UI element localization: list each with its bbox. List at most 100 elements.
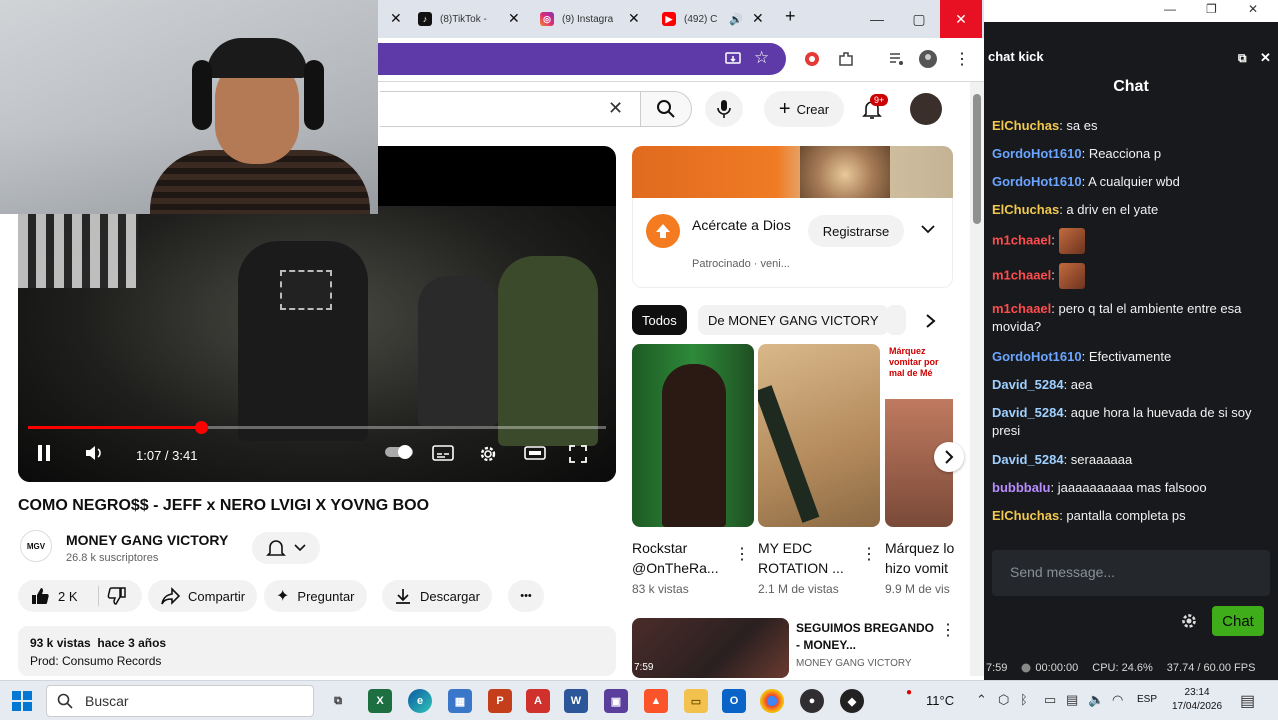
chip-todos[interactable]: Todos: [632, 305, 687, 335]
wifi-icon[interactable]: ◠: [1112, 692, 1123, 708]
clear-search-icon[interactable]: ✕: [608, 98, 623, 119]
short-thumbnail-2[interactable]: [758, 344, 880, 527]
record-extension-icon[interactable]: [802, 49, 822, 69]
kick-app-icon[interactable]: ◆: [840, 689, 864, 713]
fullscreen-button[interactable]: [568, 444, 588, 464]
like-button[interactable]: 2 K: [18, 580, 142, 612]
settings-button[interactable]: [478, 444, 498, 464]
tab-youtube[interactable]: ▶ (492) C 🔊: [662, 7, 743, 31]
windows-start-button[interactable]: [12, 691, 32, 711]
download-button[interactable]: Descargar: [382, 580, 492, 612]
obs-icon[interactable]: ●: [800, 689, 824, 713]
short-title-1[interactable]: Rockstar @OnTheRa...: [632, 538, 742, 578]
voice-search-button[interactable]: [705, 91, 743, 127]
related-video-thumbnail[interactable]: 7:59: [632, 618, 789, 678]
tab-close-icon[interactable]: ✕: [508, 10, 520, 27]
share-button[interactable]: Compartir: [148, 580, 258, 612]
chat-username[interactable]: m1chaael: [992, 232, 1051, 247]
tray-app-icon[interactable]: ⬡: [998, 692, 1009, 708]
new-tab-button[interactable]: +: [785, 6, 796, 27]
task-view-icon[interactable]: ⧉: [326, 689, 350, 713]
close-button[interactable]: ✕: [940, 0, 982, 38]
chat-username[interactable]: ElChuchas: [992, 508, 1059, 523]
related-video-channel[interactable]: MONEY GANG VICTORY: [796, 658, 912, 669]
volume-icon[interactable]: 🔈: [1088, 692, 1104, 708]
channel-avatar[interactable]: MGV: [20, 530, 52, 562]
chip-partial[interactable]: [886, 305, 906, 335]
scrollbar-thumb[interactable]: [973, 94, 981, 224]
chat-username[interactable]: David_5284: [992, 377, 1064, 392]
short-thumbnail-3[interactable]: Márquez vomitar por mal de Mé: [885, 344, 953, 527]
weather-temperature[interactable]: 11°C: [926, 693, 954, 708]
bookmark-star-icon[interactable]: ☆: [754, 48, 769, 68]
more-actions-button[interactable]: •••: [508, 580, 544, 612]
related-menu-icon[interactable]: ⋮: [940, 620, 956, 640]
outlook-icon[interactable]: O: [722, 689, 746, 713]
subscription-bell-button[interactable]: [252, 532, 320, 564]
chat-username[interactable]: m1chaael: [992, 267, 1051, 282]
tab-close-icon[interactable]: ✕: [752, 10, 764, 27]
chat-username[interactable]: GordoHot1610: [992, 349, 1082, 364]
close-icon[interactable]: ✕: [1260, 50, 1271, 66]
install-app-icon[interactable]: [724, 50, 742, 68]
chat-send-button[interactable]: Chat: [1212, 606, 1264, 636]
browser-menu-icon[interactable]: ⋮: [952, 49, 972, 69]
file-explorer-icon[interactable]: ▭: [684, 689, 708, 713]
ad-banner-image[interactable]: [632, 146, 953, 198]
shorts-next-button[interactable]: [934, 442, 964, 472]
restore-button[interactable]: ❐: [1206, 2, 1217, 16]
ad-title[interactable]: Acércate a Dios: [692, 216, 792, 234]
subtitles-button[interactable]: [432, 444, 454, 462]
edge-icon[interactable]: e: [408, 689, 432, 713]
chat-message-input[interactable]: Send message...: [992, 550, 1270, 596]
powerpoint-icon[interactable]: P: [488, 689, 512, 713]
chat-username[interactable]: ElChuchas: [992, 118, 1059, 133]
maximize-button[interactable]: ▢: [898, 0, 940, 38]
battery-icon[interactable]: ▭: [1044, 692, 1056, 708]
chat-username[interactable]: David_5284: [992, 452, 1064, 467]
short-menu-icon[interactable]: ⋮: [861, 544, 877, 564]
chip-channel[interactable]: De MONEY GANG VICTORY: [698, 305, 889, 335]
ad-card[interactable]: [632, 198, 953, 288]
minimize-button[interactable]: —: [856, 0, 898, 38]
photos-icon[interactable]: ▣: [604, 689, 628, 713]
close-button[interactable]: ✕: [1248, 2, 1258, 16]
word-icon[interactable]: W: [564, 689, 588, 713]
channel-name[interactable]: MONEY GANG VICTORY: [66, 532, 228, 548]
profile-avatar[interactable]: [918, 49, 938, 69]
tab-close-icon[interactable]: ✕: [390, 10, 402, 27]
related-video-title[interactable]: SEGUIMOS BREGANDO - MONEY...: [796, 620, 936, 654]
chat-username[interactable]: m1chaael: [992, 301, 1051, 316]
search-button[interactable]: [640, 91, 692, 127]
video-description[interactable]: 93 k vistas hace 3 años Prod: Consumo Re…: [18, 626, 616, 676]
ask-button[interactable]: ✦ Preguntar: [264, 580, 367, 612]
pause-button[interactable]: [36, 444, 52, 462]
chrome-icon[interactable]: [760, 689, 784, 713]
minimize-button[interactable]: —: [1164, 2, 1176, 16]
chat-username[interactable]: ElChuchas: [992, 202, 1059, 217]
media-control-icon[interactable]: [886, 49, 906, 69]
tab-close-icon[interactable]: ✕: [628, 10, 640, 27]
excel-icon[interactable]: X: [368, 689, 392, 713]
chat-username[interactable]: GordoHot1610: [992, 146, 1082, 161]
create-button[interactable]: + Crear: [764, 91, 844, 127]
thumbs-down-icon[interactable]: [107, 586, 127, 606]
taskbar-search[interactable]: Buscar: [46, 685, 314, 717]
autoplay-toggle[interactable]: [384, 444, 414, 460]
popout-icon[interactable]: ⧉: [1238, 51, 1247, 66]
account-avatar[interactable]: [910, 93, 942, 125]
progress-bar[interactable]: [28, 421, 606, 434]
search-input[interactable]: ✕: [380, 91, 640, 127]
ad-register-button[interactable]: Registrarse: [808, 215, 904, 247]
chat-username[interactable]: bubbbalu: [992, 480, 1051, 495]
acrobat-icon[interactable]: A: [526, 689, 550, 713]
store-icon[interactable]: ▦: [448, 689, 472, 713]
chevron-right-icon[interactable]: [924, 314, 936, 328]
tab-tiktok[interactable]: ♪ (8)TikTok -: [418, 7, 487, 31]
notification-center-icon[interactable]: ▤: [1240, 691, 1255, 711]
chevron-down-icon[interactable]: [921, 224, 935, 234]
page-scrollbar[interactable]: [970, 82, 984, 676]
network-icon[interactable]: ▤: [1066, 692, 1078, 708]
chat-username[interactable]: GordoHot1610: [992, 174, 1082, 189]
short-title-3[interactable]: Márquez lo hizo vomit: [885, 538, 955, 578]
